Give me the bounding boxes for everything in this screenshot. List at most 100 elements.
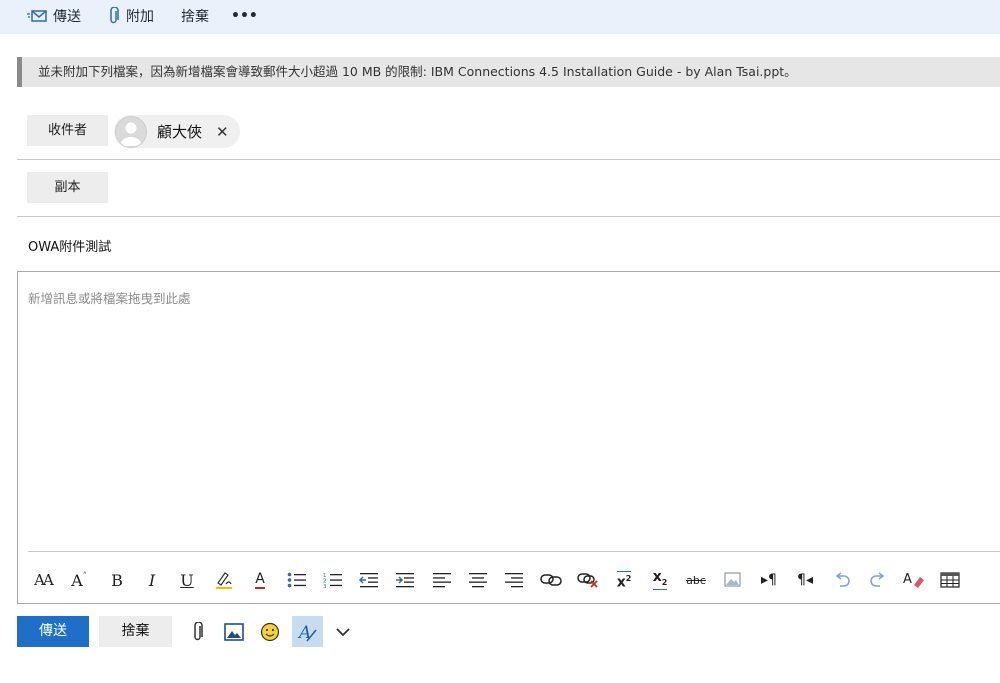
person-icon bbox=[120, 122, 142, 146]
numbered-list-icon: 1 2 3 bbox=[323, 573, 342, 588]
italic-button[interactable]: I bbox=[139, 568, 165, 592]
bold-icon: B bbox=[111, 570, 123, 590]
align-center-button[interactable] bbox=[465, 568, 491, 592]
subscript-button[interactable]: x2 bbox=[647, 568, 673, 592]
redo-button[interactable] bbox=[865, 568, 891, 592]
paperclip-icon bbox=[194, 622, 203, 641]
decrease-indent-button[interactable] bbox=[356, 568, 382, 592]
increase-indent-button[interactable] bbox=[392, 568, 418, 592]
attachment-size-notice: 並未附加下列檔案，因為新增檔案會導致郵件大小超過 10 MB 的限制: IBM … bbox=[17, 57, 1000, 87]
undo-button[interactable] bbox=[829, 568, 855, 592]
to-button[interactable]: 收件者 bbox=[27, 115, 108, 146]
discard-button[interactable]: 捨棄 bbox=[99, 616, 172, 647]
superscript-button[interactable]: x2 bbox=[611, 568, 637, 592]
remove-link-button[interactable] bbox=[575, 568, 601, 592]
subscript-base: x bbox=[652, 568, 662, 585]
align-center-icon bbox=[469, 573, 487, 588]
ltr-button[interactable]: ▸¶ bbox=[756, 568, 782, 592]
left-to-right-icon: ▸¶ bbox=[761, 572, 777, 588]
command-bar: 傳送 附加 捨棄 ••• bbox=[0, 0, 1000, 34]
right-to-left-icon: ¶◂ bbox=[797, 572, 813, 588]
body-placeholder: 新增訊息或將檔案拖曳到此處 bbox=[28, 291, 191, 306]
chevron-down-icon bbox=[336, 628, 350, 637]
underline-button[interactable]: U bbox=[174, 568, 200, 592]
bullets-button[interactable] bbox=[284, 568, 310, 592]
insert-picture-inline-button[interactable] bbox=[720, 568, 746, 592]
attach-file-button[interactable] bbox=[185, 619, 211, 645]
format-toolbar-divider bbox=[28, 551, 1000, 552]
indent-icon bbox=[396, 573, 414, 588]
grow-font-icon: A bbox=[71, 570, 83, 590]
font-color-button[interactable]: A bbox=[247, 568, 273, 592]
avatar bbox=[115, 115, 147, 148]
discard-command-label: 捨棄 bbox=[181, 9, 209, 25]
cc-button[interactable]: 副本 bbox=[27, 172, 108, 203]
link-icon bbox=[540, 574, 562, 586]
font-color-icon: A bbox=[255, 571, 265, 589]
highlighter-icon bbox=[216, 572, 232, 589]
discard-command[interactable]: 捨棄 bbox=[181, 6, 209, 26]
grow-font-button[interactable]: A ˄ bbox=[66, 568, 92, 592]
font-size-button[interactable]: AA bbox=[30, 568, 56, 592]
insert-table-button[interactable] bbox=[937, 568, 963, 592]
recipient-name: 顧大俠 bbox=[157, 123, 203, 141]
svg-text:3: 3 bbox=[323, 584, 327, 588]
bold-button[interactable]: B bbox=[104, 568, 130, 592]
insert-link-button[interactable] bbox=[538, 568, 564, 592]
strikethrough-button[interactable]: abc bbox=[683, 568, 709, 592]
send-mail-icon bbox=[27, 10, 47, 22]
emoji-button[interactable] bbox=[257, 619, 283, 645]
align-left-icon bbox=[433, 573, 451, 588]
picture-icon bbox=[224, 623, 244, 641]
unlink-icon bbox=[577, 573, 598, 588]
attach-command-label: 附加 bbox=[126, 9, 154, 25]
attach-command[interactable]: 附加 bbox=[108, 6, 154, 26]
to-label: 收件者 bbox=[47, 123, 87, 138]
superscript-base: x bbox=[616, 574, 626, 591]
align-right-button[interactable] bbox=[501, 568, 527, 592]
send-button-label: 傳送 bbox=[39, 623, 67, 639]
formatting-options-button[interactable]: A bbox=[292, 616, 323, 647]
subject-value: OWA附件測試 bbox=[28, 240, 112, 255]
paperclip-icon bbox=[110, 7, 119, 24]
italic-icon: I bbox=[148, 570, 156, 590]
redo-icon bbox=[870, 572, 885, 587]
font-format-icon: A bbox=[297, 623, 317, 642]
remove-recipient-icon[interactable]: ✕ bbox=[216, 123, 229, 141]
more-options-button[interactable]: ••• bbox=[231, 6, 258, 26]
eraser-icon: A bbox=[903, 572, 924, 588]
discard-button-label: 捨棄 bbox=[121, 623, 150, 639]
subject-input[interactable]: OWA附件測試 bbox=[28, 236, 111, 255]
subscript-exp: 2 bbox=[661, 577, 668, 587]
image-icon bbox=[724, 572, 741, 587]
svg-text:A: A bbox=[903, 572, 912, 587]
numbering-button[interactable]: 1 2 3 bbox=[320, 568, 346, 592]
align-left-button[interactable] bbox=[429, 568, 455, 592]
caret-up-icon: ˄ bbox=[82, 570, 87, 580]
message-body[interactable] bbox=[17, 271, 1000, 604]
clear-formatting-button[interactable]: A bbox=[901, 568, 927, 592]
strikethrough-icon: abc bbox=[686, 573, 706, 587]
more-icon: ••• bbox=[231, 8, 258, 24]
superscript-icon: x2 bbox=[616, 570, 632, 591]
send-command-label: 傳送 bbox=[53, 9, 81, 25]
underline-icon: U bbox=[180, 570, 194, 590]
outdent-icon bbox=[359, 573, 378, 588]
table-icon bbox=[940, 572, 960, 588]
cc-label: 副本 bbox=[54, 180, 81, 195]
more-actions-button[interactable] bbox=[330, 619, 356, 645]
align-right-icon bbox=[505, 573, 523, 588]
notice-text: 並未附加下列檔案，因為新增檔案會導致郵件大小超過 10 MB 的限制: IBM … bbox=[38, 64, 797, 79]
send-command[interactable]: 傳送 bbox=[27, 6, 81, 26]
recipient-chip[interactable]: 顧大俠 ✕ bbox=[114, 115, 240, 148]
undo-icon bbox=[835, 572, 850, 587]
font-size-icon: AA bbox=[34, 571, 54, 589]
superscript-exp: 2 bbox=[625, 573, 632, 583]
rtl-button[interactable]: ¶◂ bbox=[792, 568, 818, 592]
subscript-icon: x2 bbox=[652, 568, 668, 591]
send-button[interactable]: 傳送 bbox=[17, 616, 89, 647]
smiley-icon bbox=[260, 622, 280, 642]
highlight-button[interactable] bbox=[211, 568, 237, 592]
bulleted-list-icon bbox=[287, 572, 306, 588]
insert-picture-button[interactable] bbox=[221, 619, 247, 645]
